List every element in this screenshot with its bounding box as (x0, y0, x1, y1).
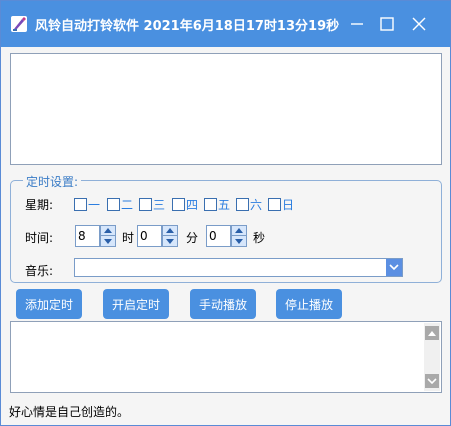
vertical-scrollbar[interactable] (424, 323, 440, 391)
close-icon[interactable] (408, 13, 430, 35)
minimize-icon[interactable] (346, 13, 368, 35)
music-select[interactable] (74, 258, 403, 277)
weekday-checkbox-fri[interactable]: 五 (204, 196, 230, 212)
weekday-sun-label: 日 (282, 197, 295, 212)
minute-unit-label: 分 (186, 231, 199, 245)
spin-up-icon[interactable] (231, 225, 247, 236)
title-bar[interactable]: 风铃自动打铃软件 2021年6月18日17时13分19秒 (1, 1, 450, 47)
second-spin-buttons[interactable] (231, 225, 247, 247)
timer-settings-group: 定时设置: 星期: 一 二 三 四 五 六 日 时间: 8 时 0 分 0 秒 … (10, 173, 442, 283)
hour-input[interactable]: 8 (75, 225, 100, 247)
spin-down-icon[interactable] (162, 236, 178, 247)
weekday-checkbox-thu[interactable]: 四 (172, 196, 198, 212)
scroll-up-icon[interactable] (425, 326, 439, 340)
weekday-checkbox-mon[interactable]: 一 (74, 196, 100, 212)
second-input[interactable]: 0 (206, 225, 231, 247)
weekday-checkbox-sat[interactable]: 六 (236, 196, 262, 212)
weekday-tue-label: 二 (121, 197, 134, 212)
hour-stepper[interactable]: 8 (75, 225, 116, 247)
weekday-label: 星期: (25, 198, 54, 212)
weekday-thu-label: 四 (186, 197, 199, 212)
chevron-down-icon[interactable] (386, 259, 402, 276)
checkbox-box[interactable] (268, 197, 281, 211)
weekday-sat-label: 六 (250, 197, 263, 212)
weekday-wed-label: 三 (153, 197, 166, 212)
hour-spin-buttons[interactable] (100, 225, 116, 247)
checkbox-box[interactable] (74, 197, 87, 211)
weekday-fri-label: 五 (218, 197, 231, 212)
checkbox-box[interactable] (172, 197, 185, 211)
music-label: 音乐: (25, 264, 54, 278)
second-stepper[interactable]: 0 (206, 225, 247, 247)
add-timer-button[interactable]: 添加定时 (16, 289, 82, 319)
spin-down-icon[interactable] (231, 236, 247, 247)
hour-unit-label: 时 (122, 231, 135, 245)
window-title: 风铃自动打铃软件 2021年6月18日17时13分19秒 (35, 19, 340, 34)
stop-play-button[interactable]: 停止播放 (276, 289, 342, 319)
checkbox-box[interactable] (107, 197, 120, 211)
minute-spin-buttons[interactable] (162, 225, 178, 247)
weekday-checkbox-sun[interactable]: 日 (268, 196, 294, 212)
checkbox-box[interactable] (236, 197, 249, 211)
spin-up-icon[interactable] (100, 225, 116, 236)
weekday-checkbox-tue[interactable]: 二 (107, 196, 133, 212)
status-text: 好心情是自己创造的。 (9, 405, 130, 419)
minute-stepper[interactable]: 0 (137, 225, 178, 247)
checkbox-box[interactable] (139, 197, 152, 211)
checkbox-box[interactable] (204, 197, 217, 211)
manual-play-button[interactable]: 手动播放 (190, 289, 256, 319)
start-timer-button[interactable]: 开启定时 (103, 289, 169, 319)
minute-input[interactable]: 0 (137, 225, 162, 247)
spin-up-icon[interactable] (162, 225, 178, 236)
bell-app-icon (10, 15, 28, 33)
log-textarea[interactable] (10, 321, 442, 393)
timer-settings-legend: 定时设置: (23, 173, 82, 190)
spin-down-icon[interactable] (100, 236, 116, 247)
app-window: 风铃自动打铃软件 2021年6月18日17时13分19秒 定时设置: 星期: 一… (0, 0, 451, 426)
schedule-list[interactable] (10, 53, 442, 165)
maximize-icon[interactable] (376, 13, 398, 35)
time-label: 时间: (25, 231, 54, 245)
second-unit-label: 秒 (253, 231, 266, 245)
scroll-down-icon[interactable] (425, 374, 439, 388)
weekday-mon-label: 一 (88, 197, 101, 212)
weekday-checkbox-wed[interactable]: 三 (139, 196, 165, 212)
client-area: 定时设置: 星期: 一 二 三 四 五 六 日 时间: 8 时 0 分 0 秒 … (1, 47, 450, 425)
